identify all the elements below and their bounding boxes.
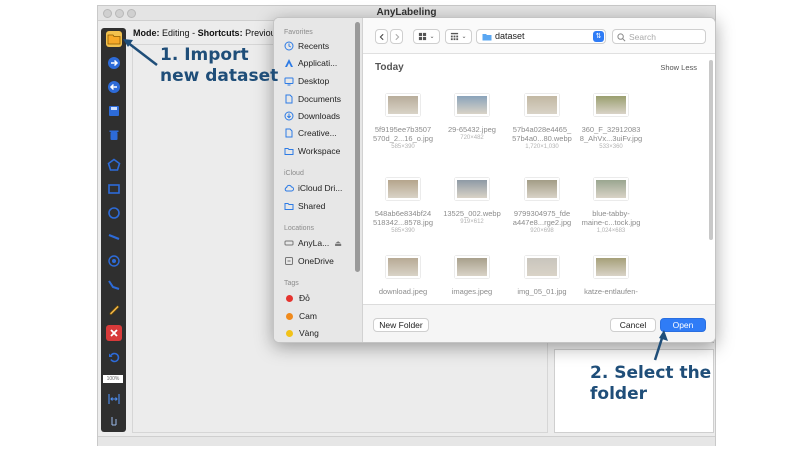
arrow-to-open-button (653, 330, 668, 361)
step1-annotation: 1. Import new dataset (160, 45, 279, 86)
arrow-to-open-folder (123, 39, 158, 66)
step2-annotation: 2. Select the folder (590, 363, 712, 404)
